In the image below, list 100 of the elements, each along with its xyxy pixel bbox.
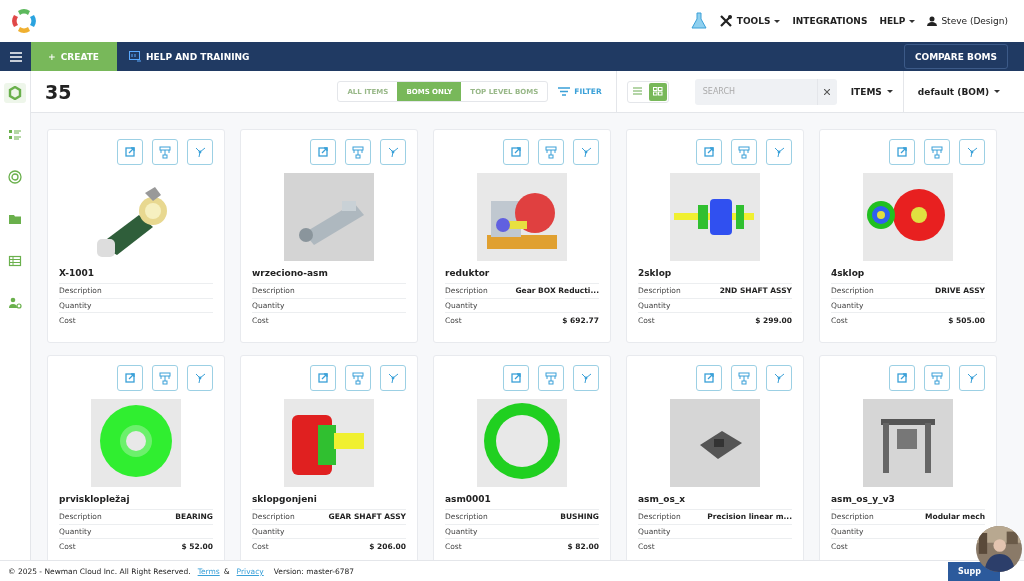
network-button[interactable]	[766, 365, 792, 391]
open-button[interactable]	[696, 365, 722, 391]
network-icon	[579, 145, 593, 159]
open-button[interactable]	[117, 365, 143, 391]
item-name: sklopgonjeni	[252, 494, 406, 510]
user-menu[interactable]: Steve (Design)	[927, 16, 1008, 26]
structure-button[interactable]	[345, 139, 371, 165]
network-button[interactable]	[959, 365, 985, 391]
network-icon	[386, 371, 400, 385]
network-icon	[386, 145, 400, 159]
network-icon	[772, 145, 786, 159]
network-icon	[772, 371, 786, 385]
structure-button[interactable]	[345, 365, 371, 391]
network-button[interactable]	[573, 139, 599, 165]
table-icon	[8, 254, 22, 268]
open-icon	[895, 371, 909, 385]
network-icon	[193, 371, 207, 385]
network-icon	[965, 145, 979, 159]
hierarchy-icon	[351, 371, 365, 385]
list-icon	[8, 128, 22, 142]
structure-button[interactable]	[731, 365, 757, 391]
hexagon-icon	[8, 86, 22, 100]
plus-icon	[49, 52, 55, 61]
network-button[interactable]	[187, 139, 213, 165]
open-button[interactable]	[310, 365, 336, 391]
item-name: asm0001	[445, 494, 599, 510]
network-button[interactable]	[766, 139, 792, 165]
open-button[interactable]	[889, 139, 915, 165]
item-name: asm_os_x	[638, 494, 792, 510]
open-icon	[123, 371, 137, 385]
structure-button[interactable]	[924, 139, 950, 165]
hierarchy-icon	[158, 145, 172, 159]
filter-icon	[558, 87, 571, 96]
structure-button[interactable]	[152, 139, 178, 165]
compare-boms-button[interactable]: COMPARE BOMS	[903, 44, 1008, 69]
open-icon	[316, 145, 330, 159]
sidebar-item[interactable]	[4, 83, 26, 103]
menu-icon	[9, 51, 22, 62]
clear-button[interactable]	[816, 78, 837, 105]
user-icon	[927, 16, 938, 26]
item-name: prvisklopležaj	[59, 494, 213, 510]
caret-icon	[994, 90, 1000, 93]
structure-button[interactable]	[731, 139, 757, 165]
hierarchy-icon	[544, 145, 558, 159]
open-icon	[702, 145, 716, 159]
menu-item[interactable]: HELP	[879, 16, 916, 26]
open-icon	[316, 371, 330, 385]
network-button[interactable]	[573, 365, 599, 391]
open-icon	[509, 371, 523, 385]
help-and-training-button[interactable]: HELP AND TRAINING	[117, 42, 262, 71]
open-icon	[123, 145, 137, 159]
network-icon	[579, 371, 593, 385]
item-name: X-1001	[59, 268, 213, 284]
network-button[interactable]	[380, 365, 406, 391]
open-button[interactable]	[696, 139, 722, 165]
hierarchy-icon	[930, 145, 944, 159]
search-field[interactable]: SEARCH	[694, 78, 817, 105]
items-dropdown[interactable]: ITEMS	[836, 86, 903, 97]
structure-button[interactable]	[924, 365, 950, 391]
open-button[interactable]	[503, 139, 529, 165]
open-button[interactable]	[503, 365, 529, 391]
tools-icon	[718, 14, 733, 28]
close-icon	[824, 88, 831, 95]
item-name: asm_os_y_v3	[831, 494, 985, 510]
hierarchy-icon	[737, 371, 751, 385]
hierarchy-icon	[930, 371, 944, 385]
hierarchy-icon	[544, 371, 558, 385]
menu-item[interactable]: TOOLS	[718, 14, 781, 28]
open-icon	[509, 145, 523, 159]
open-button[interactable]	[889, 365, 915, 391]
open-button[interactable]	[310, 139, 336, 165]
structure-button[interactable]	[152, 365, 178, 391]
hierarchy-icon	[737, 145, 751, 159]
hierarchy-icon	[158, 371, 172, 385]
target-icon	[8, 170, 22, 184]
grid-view-icon	[652, 87, 663, 96]
caret-icon	[886, 90, 893, 93]
item-name: 2sklop	[638, 268, 792, 284]
structure-button[interactable]	[538, 139, 564, 165]
hierarchy-icon	[351, 145, 365, 159]
network-icon	[965, 371, 979, 385]
view-toggle[interactable]	[648, 82, 667, 101]
network-button[interactable]	[959, 139, 985, 165]
open-icon	[702, 371, 716, 385]
item-count: 35	[45, 80, 72, 103]
open-button[interactable]	[117, 139, 143, 165]
view-dropdown[interactable]: default (BOM)	[902, 70, 1010, 113]
user-gear-icon	[8, 296, 22, 310]
item-name: reduktor	[445, 268, 599, 284]
item-name: wrzeciono-asm	[252, 268, 406, 284]
flask-icon	[690, 12, 707, 30]
logo-icon	[10, 7, 38, 35]
structure-button[interactable]	[538, 365, 564, 391]
network-button[interactable]	[187, 365, 213, 391]
folder-icon	[8, 212, 22, 226]
network-button[interactable]	[380, 139, 406, 165]
network-icon	[193, 145, 207, 159]
list-view-icon	[632, 87, 643, 96]
menu-item[interactable]: INTEGRATIONS	[792, 16, 868, 26]
open-icon	[895, 145, 909, 159]
